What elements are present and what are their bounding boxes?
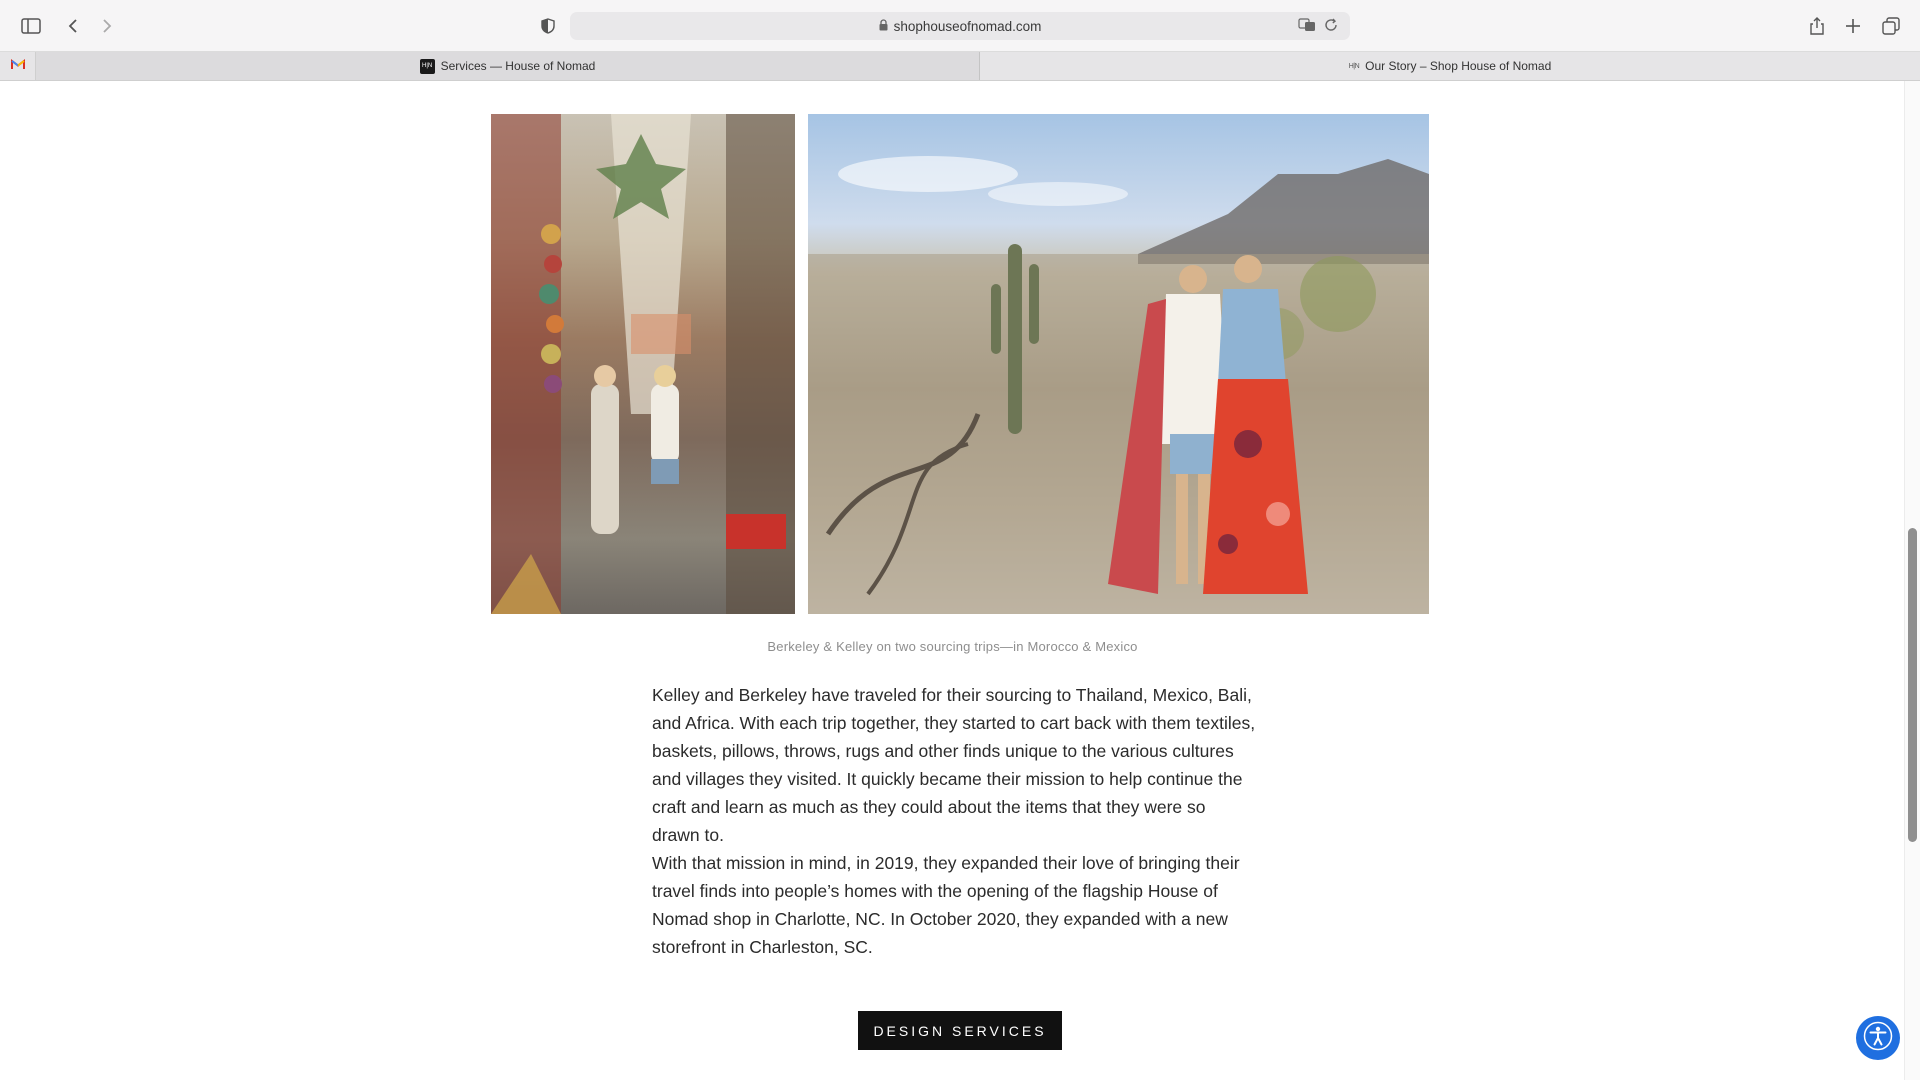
reload-icon[interactable] xyxy=(1324,18,1338,35)
tab-label: Services — House of Nomad xyxy=(440,59,596,73)
back-icon[interactable] xyxy=(60,13,86,39)
accessibility-icon xyxy=(1863,1021,1893,1056)
tab-overview-icon[interactable] xyxy=(1878,13,1904,39)
translate-icon[interactable] xyxy=(1298,18,1316,35)
photo-caption: Berkeley & Kelley on two sourcing trips—… xyxy=(767,639,1138,654)
story-paragraph: Kelley and Berkeley have traveled for th… xyxy=(652,685,1256,845)
address-bar[interactable]: shophouseofnomad.com xyxy=(570,12,1350,40)
gmail-icon xyxy=(10,59,25,73)
story-paragraph: With that mission in mind, in 2019, they… xyxy=(652,853,1240,957)
url-text: shophouseofnomad.com xyxy=(893,18,1042,34)
tab-our-story[interactable]: H|N Our Story – Shop House of Nomad xyxy=(980,52,1920,80)
pinned-tab-gmail[interactable] xyxy=(0,52,36,80)
house-of-nomad-favicon: H|N xyxy=(419,58,435,74)
scrollbar-thumb[interactable] xyxy=(1908,528,1917,842)
house-of-nomad-favicon: H|N xyxy=(1348,62,1360,70)
page-content: Berkeley & Kelley on two sourcing trips—… xyxy=(0,81,1905,1080)
desert-photo xyxy=(808,114,1429,614)
new-tab-icon[interactable] xyxy=(1840,13,1866,39)
market-photo xyxy=(491,114,795,614)
accessibility-button[interactable] xyxy=(1856,1016,1900,1060)
tab-label: Our Story – Shop House of Nomad xyxy=(1365,59,1552,73)
lock-icon xyxy=(879,18,888,34)
design-services-button[interactable]: DESIGN SERVICES xyxy=(858,1011,1062,1050)
tab-services[interactable]: H|N Services — House of Nomad xyxy=(36,52,980,80)
tab-bar: H|N Services — House of Nomad H|N Our St… xyxy=(0,52,1920,81)
forward-icon[interactable] xyxy=(94,13,120,39)
share-icon[interactable] xyxy=(1804,13,1830,39)
privacy-shield-icon[interactable] xyxy=(535,13,561,39)
browser-toolbar: shophouseofnomad.com xyxy=(0,0,1920,52)
sidebar-toggle-icon[interactable] xyxy=(18,13,44,39)
